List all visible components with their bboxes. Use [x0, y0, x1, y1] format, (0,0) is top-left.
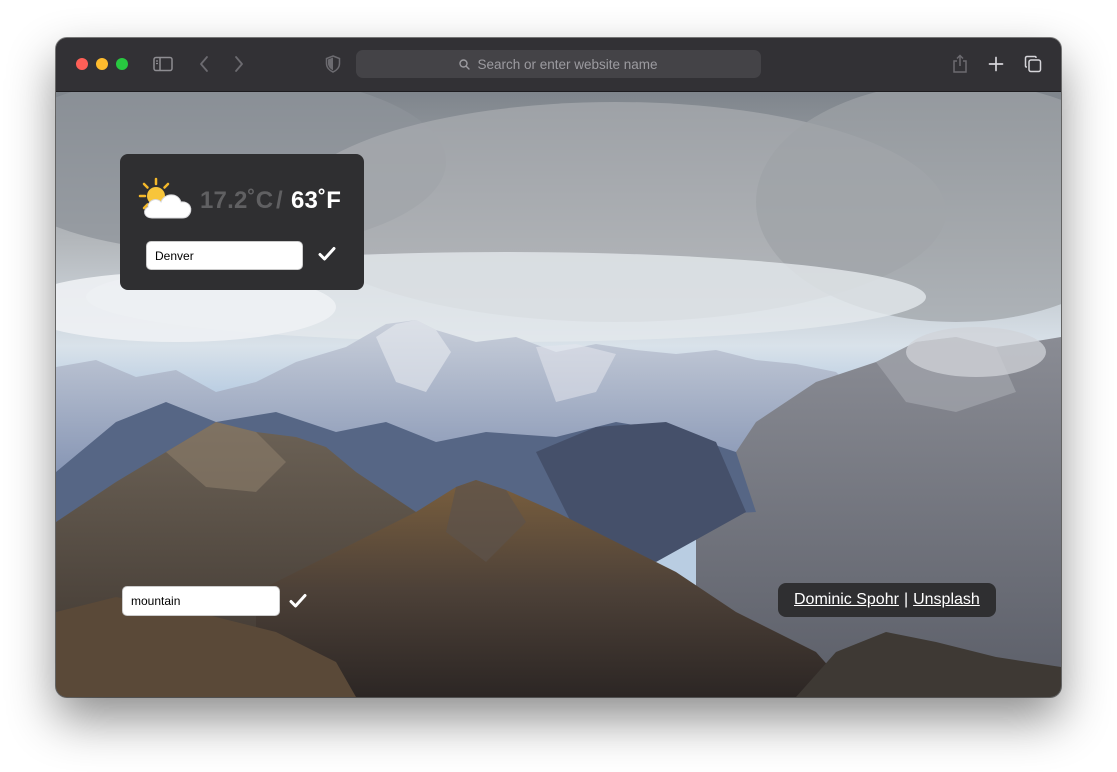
- shield-icon[interactable]: [322, 53, 344, 75]
- close-window-button[interactable]: [76, 58, 88, 70]
- author-link[interactable]: Dominic Spohr: [794, 591, 899, 609]
- browser-toolbar: Search or enter website name: [56, 38, 1061, 92]
- address-bar[interactable]: Search or enter website name: [356, 50, 761, 78]
- sidebar-icon[interactable]: [152, 53, 174, 75]
- photo-credit: Dominic Spohr | Unsplash: [778, 583, 996, 617]
- tabs-overview-icon[interactable]: [1022, 53, 1044, 75]
- share-icon[interactable]: [949, 53, 971, 75]
- partly-sunny-icon: [138, 176, 196, 227]
- weather-widget: 17.2˚C / 63˚F: [120, 154, 364, 290]
- city-submit-button[interactable]: [316, 243, 338, 265]
- checkmark-icon: [289, 594, 307, 608]
- new-tab-icon[interactable]: [985, 53, 1007, 75]
- minimize-window-button[interactable]: [96, 58, 108, 70]
- source-link[interactable]: Unsplash: [913, 591, 980, 609]
- credit-separator: |: [903, 591, 909, 608]
- address-placeholder: Search or enter website name: [477, 56, 658, 72]
- temperature-fahrenheit: 63˚F: [291, 187, 342, 214]
- city-input[interactable]: [146, 241, 303, 270]
- background-search-submit-button[interactable]: [287, 590, 309, 612]
- temperature-celsius: 17.2˚C: [200, 187, 274, 214]
- forward-icon[interactable]: [228, 53, 250, 75]
- page-content: 17.2˚C / 63˚F Dominic Spohr | Unsplash: [56, 92, 1061, 697]
- browser-window: Search or enter website name 17.2˚C / 63…: [56, 38, 1061, 697]
- checkmark-icon: [318, 247, 336, 261]
- temperature-separator: /: [276, 187, 283, 214]
- zoom-window-button[interactable]: [116, 58, 128, 70]
- background-search-input[interactable]: [122, 586, 280, 616]
- back-icon[interactable]: [193, 53, 215, 75]
- search-icon: [459, 58, 471, 70]
